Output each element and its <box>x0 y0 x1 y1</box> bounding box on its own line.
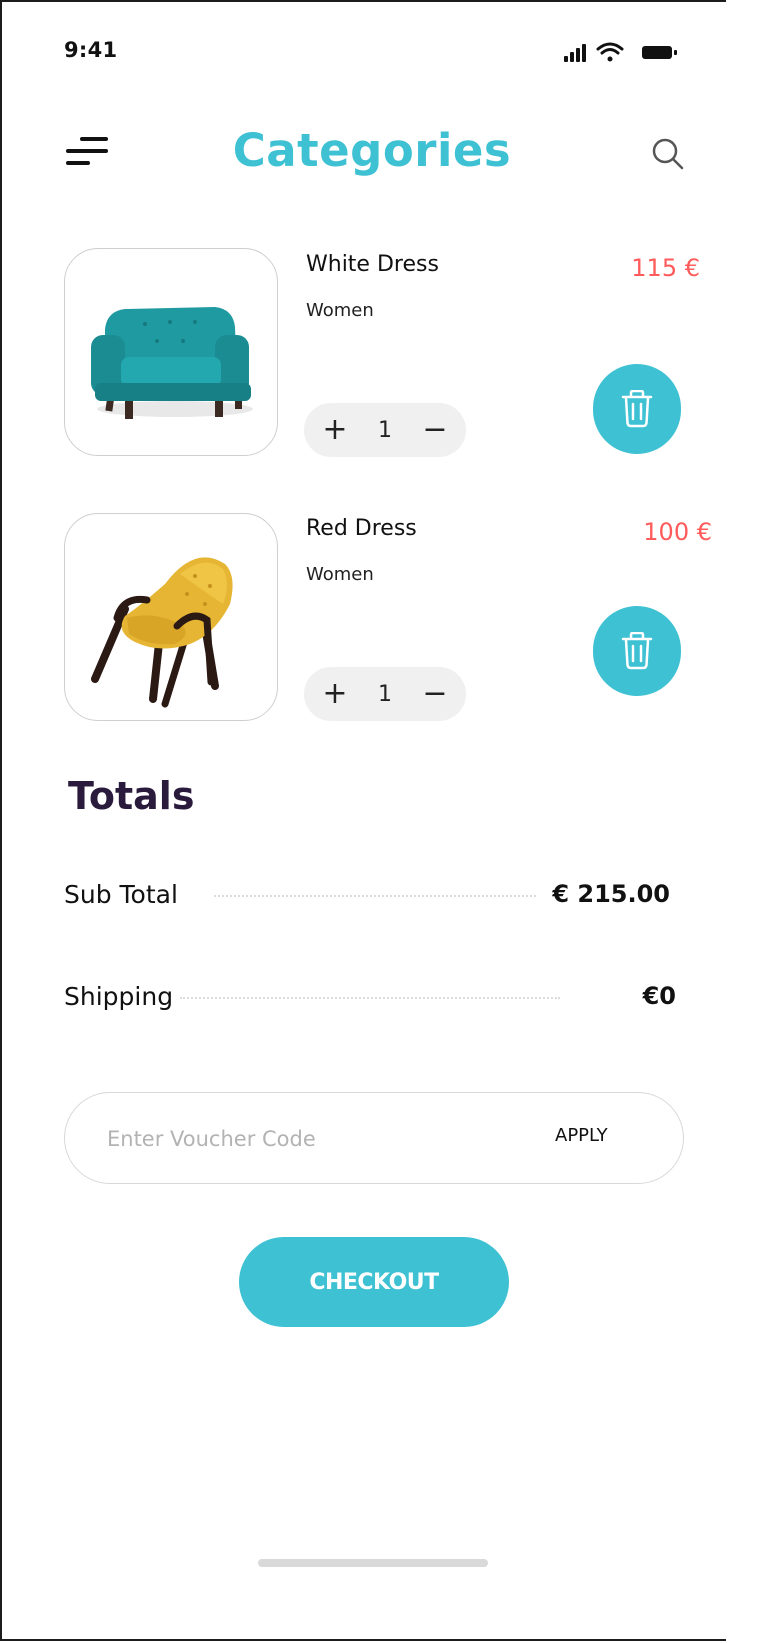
yellow-armchair-image <box>91 557 233 708</box>
totals-heading: Totals <box>68 774 195 818</box>
trash-icon <box>621 632 653 670</box>
search-icon <box>652 138 684 170</box>
wifi-icon <box>596 42 624 62</box>
menu-icon <box>66 137 108 165</box>
delete-item-button[interactable] <box>593 606 681 696</box>
quantity-stepper: + 1 − <box>304 667 466 721</box>
quantity-stepper: + 1 − <box>304 403 466 457</box>
page-title: Categories <box>232 124 512 177</box>
checkout-button[interactable]: CHECKOUT <box>239 1237 509 1327</box>
teal-armchair-image <box>91 307 253 419</box>
quantity-value: 1 <box>378 417 392 443</box>
item-name: White Dress <box>306 252 439 277</box>
shipping-value: €0 <box>642 982 676 1010</box>
menu-button[interactable] <box>64 135 114 171</box>
home-indicator <box>258 1559 488 1567</box>
item-category: Women <box>306 564 374 585</box>
voucher-field: APPLY <box>64 1092 684 1184</box>
item-category: Women <box>306 300 374 321</box>
item-price: 115 € <box>631 254 700 282</box>
subtotal-divider <box>214 895 536 897</box>
plus-button[interactable]: + <box>322 415 348 445</box>
product-image[interactable] <box>64 248 278 456</box>
search-button[interactable] <box>648 134 688 174</box>
delete-item-button[interactable] <box>593 364 681 454</box>
battery-icon <box>642 46 677 59</box>
trash-icon <box>621 390 653 428</box>
quantity-value: 1 <box>378 681 392 707</box>
voucher-input[interactable] <box>105 1119 489 1159</box>
phone-screen: 9:41 Categories White Dress Women 115 € … <box>0 0 726 1641</box>
apply-button[interactable]: APPLY <box>555 1125 608 1146</box>
item-name: Red Dress <box>306 516 417 541</box>
minus-button[interactable]: − <box>422 679 448 709</box>
subtotal-label: Sub Total <box>64 880 178 909</box>
minus-button[interactable]: − <box>422 415 448 445</box>
status-time: 9:41 <box>64 38 118 62</box>
item-price: 100 € <box>643 518 712 546</box>
shipping-divider <box>180 997 560 999</box>
signal-icon <box>564 44 586 62</box>
product-image[interactable] <box>64 513 278 721</box>
status-icons <box>562 40 684 64</box>
plus-button[interactable]: + <box>322 679 348 709</box>
subtotal-value: € 215.00 <box>552 880 670 908</box>
shipping-label: Shipping <box>64 982 174 1011</box>
